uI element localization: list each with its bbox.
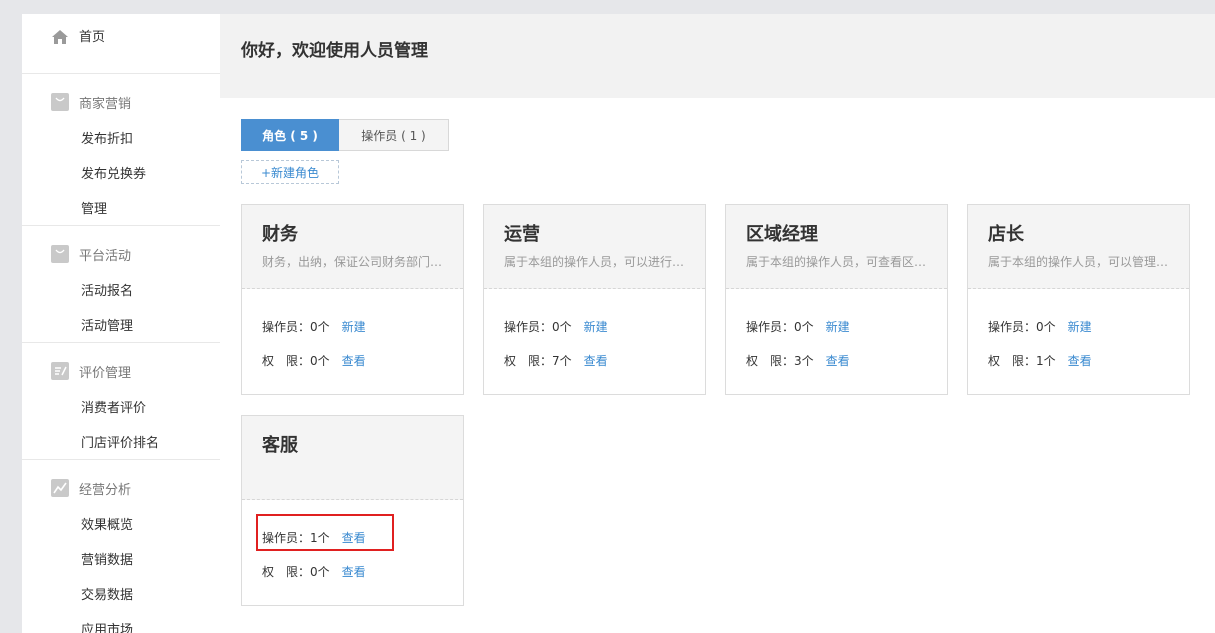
- role-card-regional-manager: 区域经理 属于本组的操作人员，可查看区… 操作员：0个 新建 权 限：3个 查看: [725, 204, 948, 395]
- operator-row: 操作员：0个 新建: [504, 318, 608, 335]
- shopping-bag-icon: [51, 245, 69, 263]
- role-card-store-manager: 店长 属于本组的操作人员，可以管理… 操作员：0个 新建 权 限：1个 查看: [967, 204, 1190, 395]
- page-title: 你好，欢迎使用人员管理: [241, 41, 428, 61]
- page-header: 你好，欢迎使用人员管理: [220, 14, 1215, 98]
- new-operator-link[interactable]: 新建: [826, 318, 850, 335]
- permission-count: 权 限：0个: [262, 565, 330, 579]
- sidebar-item-overview[interactable]: 效果概览: [22, 506, 220, 541]
- operator-row: 操作员：0个 新建: [988, 318, 1092, 335]
- new-operator-link[interactable]: 新建: [1068, 318, 1092, 335]
- card-description: 属于本组的操作人员，可以进行…: [504, 255, 685, 269]
- sidebar-group-platform-activity[interactable]: 平台活动: [22, 226, 220, 272]
- sidebar-item-publish-voucher[interactable]: 发布兑换券: [22, 155, 220, 190]
- view-operator-link[interactable]: 查看: [342, 529, 366, 546]
- sidebar-group-merchant-marketing[interactable]: 商家营销: [22, 74, 220, 120]
- sidebar-item-label: 首页: [79, 30, 106, 45]
- permission-count: 权 限：1个: [988, 354, 1056, 368]
- permission-count: 权 限：3个: [746, 354, 814, 368]
- sidebar-item-manage[interactable]: 管理: [22, 190, 220, 225]
- card-title: 财务: [262, 224, 298, 245]
- operator-count: 操作员：1个: [262, 531, 330, 545]
- operator-row: 操作员：1个 查看: [262, 529, 366, 546]
- home-icon: [51, 28, 69, 46]
- card-header: 财务 财务，出纳，保证公司财务部门…: [242, 205, 463, 289]
- card-header: 店长 属于本组的操作人员，可以管理…: [968, 205, 1189, 289]
- edit-icon: [51, 362, 69, 380]
- card-description: 属于本组的操作人员，可查看区…: [746, 255, 927, 269]
- operator-count: 操作员：0个: [988, 320, 1056, 334]
- card-title: 店长: [988, 224, 1024, 245]
- role-card-customer-service: 客服 操作员：1个 查看 权 限：0个 查看: [241, 415, 464, 606]
- sidebar-item-consumer-reviews[interactable]: 消费者评价: [22, 389, 220, 424]
- permission-row: 权 限：1个 查看: [988, 352, 1092, 369]
- trend-chart-icon: [51, 479, 69, 497]
- card-header: 客服: [242, 416, 463, 500]
- permission-count: 权 限：7个: [504, 354, 572, 368]
- card-header: 区域经理 属于本组的操作人员，可查看区…: [726, 205, 947, 289]
- view-permission-link[interactable]: 查看: [1068, 352, 1092, 369]
- nav-section-business-analysis: 经营分析 效果概览 营销数据 交易数据 应用市场: [22, 460, 220, 633]
- shopping-bag-icon: [51, 93, 69, 111]
- new-role-button[interactable]: +新建角色: [241, 160, 339, 184]
- sidebar-item-publish-discount[interactable]: 发布折扣: [22, 120, 220, 155]
- operator-row: 操作员：0个 新建: [746, 318, 850, 335]
- tab-bar: 角色 ( 5 ) 操作员 ( 1 ): [241, 119, 449, 151]
- nav-section-home: 首页: [22, 14, 220, 74]
- nav-section-merchant-marketing: 商家营销 发布折扣 发布兑换券 管理: [22, 74, 220, 226]
- card-title: 运营: [504, 224, 540, 245]
- operator-count: 操作员：0个: [262, 320, 330, 334]
- card-title: 区域经理: [746, 224, 818, 245]
- card-description: 财务，出纳，保证公司财务部门…: [262, 255, 443, 269]
- sidebar-group-label: 平台活动: [79, 248, 132, 264]
- new-operator-link[interactable]: 新建: [342, 318, 366, 335]
- sidebar-item-app-market[interactable]: 应用市场: [22, 611, 220, 633]
- permission-row: 权 限：0个 查看: [262, 352, 366, 369]
- operator-count: 操作员：0个: [746, 320, 814, 334]
- permission-count: 权 限：0个: [262, 354, 330, 368]
- view-permission-link[interactable]: 查看: [342, 563, 366, 580]
- sidebar-item-activity-signup[interactable]: 活动报名: [22, 272, 220, 307]
- role-card-operations: 运营 属于本组的操作人员，可以进行… 操作员：0个 新建 权 限：7个 查看: [483, 204, 706, 395]
- new-operator-link[interactable]: 新建: [584, 318, 608, 335]
- sidebar-group-business-analysis[interactable]: 经营分析: [22, 460, 220, 506]
- main-content: 你好，欢迎使用人员管理 角色 ( 5 ) 操作员 ( 1 ) +新建角色 财务 …: [220, 14, 1215, 633]
- nav-section-review-manage: 评价管理 消费者评价 门店评价排名: [22, 343, 220, 460]
- tab-operators[interactable]: 操作员 ( 1 ): [339, 119, 449, 151]
- nav-section-platform-activity: 平台活动 活动报名 活动管理: [22, 226, 220, 343]
- sidebar-group-label: 经营分析: [79, 482, 132, 498]
- sidebar-item-store-ranking[interactable]: 门店评价排名: [22, 424, 220, 459]
- card-header: 运营 属于本组的操作人员，可以进行…: [484, 205, 705, 289]
- role-card-finance: 财务 财务，出纳，保证公司财务部门… 操作员：0个 新建 权 限：0个 查看: [241, 204, 464, 395]
- card-description: 属于本组的操作人员，可以管理…: [988, 255, 1169, 269]
- operator-row: 操作员：0个 新建: [262, 318, 366, 335]
- permission-row: 权 限：0个 查看: [262, 563, 366, 580]
- view-permission-link[interactable]: 查看: [342, 352, 366, 369]
- sidebar-item-marketing-data[interactable]: 营销数据: [22, 541, 220, 576]
- permission-row: 权 限：7个 查看: [504, 352, 608, 369]
- view-permission-link[interactable]: 查看: [826, 352, 850, 369]
- sidebar-group-label: 商家营销: [79, 96, 132, 112]
- sidebar-group-review-manage[interactable]: 评价管理: [22, 343, 220, 389]
- sidebar: 首页 商家营销 发布折扣 发布兑换券 管理 平台活动 活动报名 活动管理 评价管…: [22, 14, 220, 633]
- tab-roles[interactable]: 角色 ( 5 ): [241, 119, 339, 151]
- sidebar-item-home[interactable]: 首页: [22, 14, 220, 74]
- view-permission-link[interactable]: 查看: [584, 352, 608, 369]
- permission-row: 权 限：3个 查看: [746, 352, 850, 369]
- sidebar-group-label: 评价管理: [79, 365, 132, 381]
- card-title: 客服: [262, 435, 298, 456]
- sidebar-item-activity-manage[interactable]: 活动管理: [22, 307, 220, 342]
- operator-count: 操作员：0个: [504, 320, 572, 334]
- sidebar-item-transaction-data[interactable]: 交易数据: [22, 576, 220, 611]
